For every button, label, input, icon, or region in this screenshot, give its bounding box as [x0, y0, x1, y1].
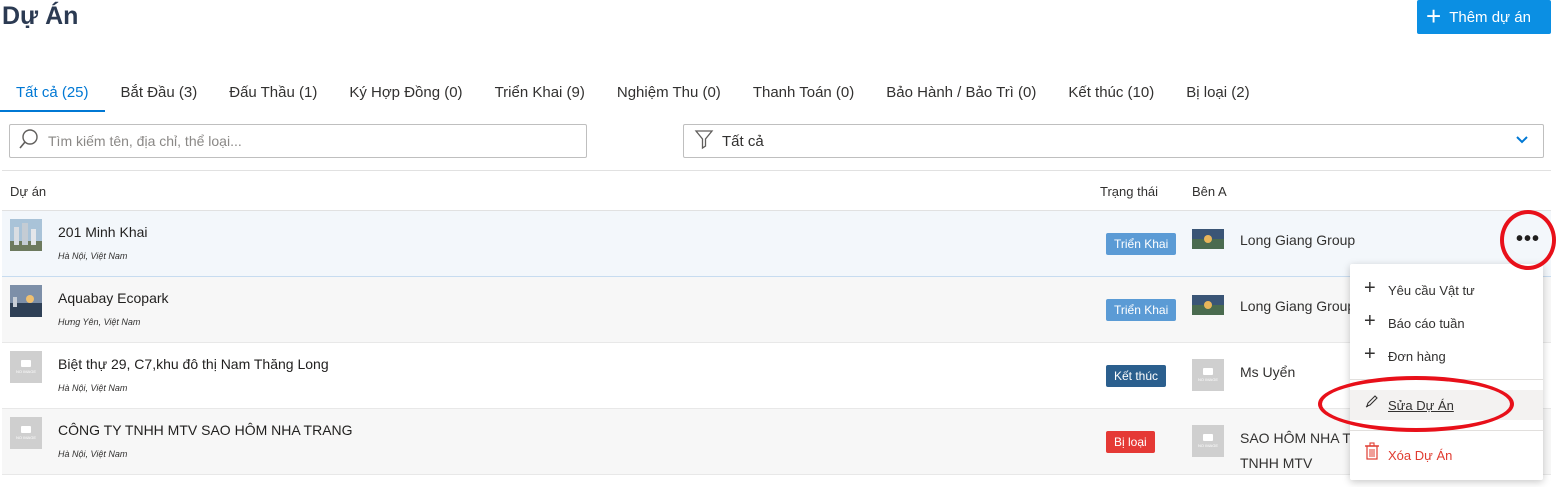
status-badge: Triển Khai — [1106, 233, 1177, 255]
tab-contract[interactable]: Ký Hợp Đồng (0) — [333, 80, 478, 112]
no-image-placeholder: NO IMAGE — [10, 417, 42, 449]
party-logo — [1192, 295, 1224, 315]
menu-item-label: Báo cáo tuần — [1388, 315, 1465, 331]
tab-acceptance[interactable]: Nghiệm Thu (0) — [601, 80, 737, 112]
table-row[interactable]: Aquabay Ecopark Hưng Yên, Việt Nam Triển… — [2, 277, 1551, 343]
tab-finished[interactable]: Kết thúc (10) — [1052, 80, 1170, 112]
no-image-label: NO IMAGE — [1197, 377, 1218, 382]
column-party-a: Bên A — [1192, 184, 1227, 199]
pencil-icon — [1364, 392, 1384, 415]
table-row[interactable]: NO IMAGE Biệt thự 29, C7,khu đô thị Nam … — [2, 343, 1551, 409]
project-address: Hà Nội, Việt Nam — [58, 383, 128, 393]
no-image-placeholder: NO IMAGE — [10, 351, 42, 383]
menu-item-weekly-report[interactable]: + Báo cáo tuần — [1350, 308, 1543, 338]
status-badge: Bị loại — [1106, 431, 1155, 453]
tab-payment[interactable]: Thanh Toán (0) — [737, 80, 870, 112]
no-image-placeholder: NO IMAGE — [1192, 425, 1224, 457]
tab-warranty[interactable]: Bảo Hành / Bảo Trì (0) — [870, 80, 1052, 112]
tab-start[interactable]: Bắt Đầu (3) — [105, 80, 214, 112]
page-title: Dự Án — [2, 2, 79, 30]
projects-table: Dự án Trạng thái Bên A 201 Minh Khai Hà … — [2, 170, 1551, 475]
no-image-label: NO IMAGE — [1197, 443, 1218, 448]
tab-bidding[interactable]: Đấu Thầu (1) — [213, 80, 333, 112]
party-name: SAO HÔM NHA T — [1240, 430, 1351, 446]
chevron-down-icon — [1515, 133, 1529, 151]
table-header: Dự án Trạng thái Bên A — [2, 170, 1551, 211]
menu-item-label: Yêu cầu Vật tư — [1388, 282, 1475, 298]
project-thumbnail — [10, 285, 42, 317]
plus-icon: + — [1364, 310, 1376, 332]
project-name[interactable]: 201 Minh Khai — [58, 224, 148, 240]
search-box — [9, 124, 587, 158]
filter-value: Tất cả — [722, 132, 764, 150]
plus-icon: + — [1426, 0, 1442, 31]
context-menu: + Yêu cầu Vật tư + Báo cáo tuần + Đơn hà… — [1350, 264, 1543, 480]
search-icon — [18, 128, 40, 155]
menu-divider — [1350, 379, 1543, 380]
menu-item-label: Đơn hàng — [1388, 348, 1446, 364]
no-image-label: NO IMAGE — [15, 369, 36, 374]
add-project-button[interactable]: + Thêm dự án — [1417, 0, 1551, 34]
menu-item-order[interactable]: + Đơn hàng — [1350, 341, 1543, 371]
search-input[interactable] — [48, 133, 586, 149]
tab-implementation[interactable]: Triển Khai (9) — [479, 80, 601, 112]
no-image-label: NO IMAGE — [15, 435, 36, 440]
more-options-button[interactable]: ••• — [1500, 210, 1556, 268]
add-project-label: Thêm dự án — [1449, 8, 1531, 26]
menu-divider — [1350, 430, 1543, 431]
tab-rejected[interactable]: Bị loại (2) — [1170, 80, 1265, 112]
plus-icon: + — [1364, 343, 1376, 365]
party-name-line2: TNHH MTV — [1240, 455, 1313, 471]
project-name[interactable]: CÔNG TY TNHH MTV SAO HÔM NHA TRANG — [58, 422, 353, 438]
plus-icon: + — [1364, 277, 1376, 299]
camera-icon — [21, 426, 31, 433]
tab-all[interactable]: Tất cả (25) — [0, 80, 105, 112]
filter-icon — [694, 128, 714, 154]
project-address: Hưng Yên, Việt Nam — [58, 317, 141, 327]
camera-icon — [21, 360, 31, 367]
party-name: Long Giang Group — [1240, 232, 1356, 248]
project-thumbnail — [10, 219, 42, 251]
project-address: Hà Nội, Việt Nam — [58, 449, 128, 459]
table-row[interactable]: 201 Minh Khai Hà Nội, Việt Nam Triển Kha… — [2, 211, 1551, 277]
camera-icon — [1203, 434, 1213, 441]
party-logo — [1192, 229, 1224, 249]
project-name[interactable]: Aquabay Ecopark — [58, 290, 169, 306]
project-name[interactable]: Biệt thự 29, C7,khu đô thị Nam Thăng Lon… — [58, 356, 329, 372]
menu-item-edit-project[interactable]: Sửa Dự Án — [1350, 390, 1543, 420]
no-image-placeholder: NO IMAGE — [1192, 359, 1224, 391]
status-badge: Triển Khai — [1106, 299, 1177, 321]
project-address: Hà Nội, Việt Nam — [58, 251, 128, 261]
trash-icon — [1364, 441, 1384, 466]
column-status: Trạng thái — [1100, 184, 1159, 199]
status-tabs: Tất cả (25) Bắt Đầu (3) Đấu Thầu (1) Ký … — [0, 80, 1266, 112]
menu-item-delete-project[interactable]: Xóa Dự Án — [1350, 440, 1543, 470]
filter-dropdown[interactable]: Tất cả — [683, 124, 1544, 158]
camera-icon — [1203, 368, 1213, 375]
more-icon: ••• — [1516, 228, 1541, 250]
party-name: Long Giang Group — [1240, 298, 1356, 314]
column-project: Dự án — [10, 184, 47, 199]
table-row[interactable]: NO IMAGE CÔNG TY TNHH MTV SAO HÔM NHA TR… — [2, 409, 1551, 475]
menu-item-material-request[interactable]: + Yêu cầu Vật tư — [1350, 275, 1543, 305]
menu-item-label: Sửa Dự Án — [1388, 397, 1454, 413]
party-name: Ms Uyển — [1240, 364, 1296, 380]
status-badge: Kết thúc — [1106, 365, 1167, 387]
menu-item-label: Xóa Dự Án — [1388, 447, 1453, 463]
